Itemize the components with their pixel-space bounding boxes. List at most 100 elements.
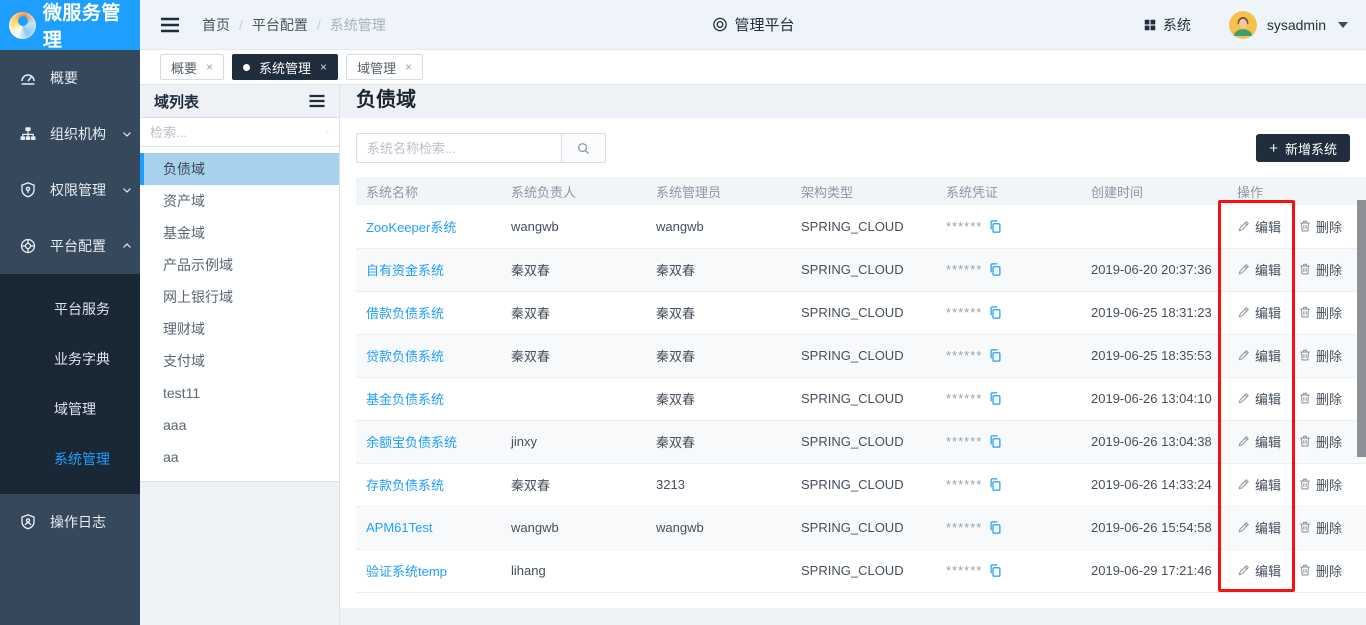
submenu-item-platform-services[interactable]: 平台服务 (0, 284, 140, 334)
domain-search-input[interactable] (150, 125, 326, 140)
system-name-link[interactable]: 存款负债系统 (366, 478, 444, 493)
sidebar-item-organization[interactable]: 组织机构 (0, 106, 140, 162)
domain-item[interactable]: 产品示例域 (140, 249, 339, 281)
system-name-link[interactable]: 借款负债系统 (366, 306, 444, 321)
copy-icon[interactable] (988, 391, 1003, 406)
system-name-link[interactable]: 基金负债系统 (366, 392, 444, 407)
pencil-icon (1237, 305, 1251, 319)
platform-title: 管理平台 (711, 14, 794, 35)
credential-mask: ****** (946, 305, 982, 320)
delete-button[interactable]: 删除 (1298, 389, 1342, 408)
credential-mask: ****** (946, 520, 982, 535)
close-icon[interactable]: × (206, 60, 213, 74)
table-row: 验证系统temp lihang SPRING_CLOUD ****** 2019… (356, 549, 1366, 592)
caret-down-icon[interactable] (1338, 22, 1348, 28)
edit-button[interactable]: 编辑 (1237, 346, 1281, 365)
domain-item-selected[interactable]: 负债域 (140, 153, 339, 185)
delete-button[interactable]: 删除 (1298, 561, 1342, 580)
admin-cell: 秦双春 (646, 377, 791, 420)
edit-button[interactable]: 编辑 (1237, 518, 1281, 537)
tab-domain-management[interactable]: 域管理 × (346, 54, 423, 80)
domain-item[interactable]: 基金域 (140, 217, 339, 249)
copy-icon[interactable] (988, 262, 1003, 277)
breadcrumb-home[interactable]: 首页 (202, 15, 230, 35)
table-row: 余额宝负债系统 jinxy 秦双春 SPRING_CLOUD ****** 20… (356, 420, 1366, 463)
system-search-input[interactable] (356, 133, 561, 163)
domain-item[interactable]: test11 (140, 377, 339, 409)
copy-icon[interactable] (988, 305, 1003, 320)
submenu-item-system-management[interactable]: 系统管理 (0, 434, 140, 484)
page-title: 负债域 (340, 85, 1366, 118)
delete-button[interactable]: 删除 (1298, 217, 1342, 236)
arch-cell: SPRING_CLOUD (791, 205, 936, 248)
table-row: APM61Test wangwb wangwb SPRING_CLOUD ***… (356, 506, 1366, 549)
edit-button[interactable]: 编辑 (1237, 260, 1281, 279)
delete-button[interactable]: 删除 (1298, 518, 1342, 537)
sidebar-item-permissions[interactable]: 权限管理 (0, 162, 140, 218)
delete-button[interactable]: 删除 (1298, 303, 1342, 322)
domain-item[interactable]: aa (140, 441, 339, 473)
workspace-label: 系统 (1163, 15, 1191, 35)
avatar[interactable] (1229, 11, 1257, 39)
admin-cell: 3213 (646, 463, 791, 506)
system-name-link[interactable]: 验证系统temp (366, 564, 447, 579)
panel-collapse-icon[interactable] (307, 91, 327, 111)
table-scrollbar-thumb[interactable] (1357, 200, 1366, 457)
domain-item[interactable]: 资产域 (140, 185, 339, 217)
copy-icon[interactable] (988, 434, 1003, 449)
search-icon[interactable] (326, 125, 329, 140)
username[interactable]: sysadmin (1267, 17, 1326, 33)
system-name-link[interactable]: 自有资金系统 (366, 263, 444, 278)
sidebar-item-operation-log[interactable]: 操作日志 (0, 494, 140, 550)
edit-button[interactable]: 编辑 (1237, 217, 1281, 236)
system-name-link[interactable]: 余额宝负债系统 (366, 435, 457, 450)
system-name-link[interactable]: APM61Test (366, 520, 432, 535)
delete-button[interactable]: 删除 (1298, 260, 1342, 279)
edit-button[interactable]: 编辑 (1237, 561, 1281, 580)
domain-list: 负债域 资产域 基金域 产品示例域 网上银行域 理财域 支付域 test11 a… (140, 147, 339, 482)
system-name-link[interactable]: 贷款负债系统 (366, 349, 444, 364)
tab-overview[interactable]: 概要 × (160, 54, 224, 80)
owner-cell: jinxy (501, 420, 646, 463)
sidebar-toggle-icon[interactable] (158, 13, 182, 37)
close-icon[interactable]: × (405, 60, 412, 74)
pencil-icon (1237, 219, 1251, 233)
edit-button[interactable]: 编辑 (1237, 303, 1281, 322)
domain-item[interactable]: 网上银行域 (140, 281, 339, 313)
domain-panel-title: 域列表 (154, 91, 199, 112)
edit-button[interactable]: 编辑 (1237, 389, 1281, 408)
copy-icon[interactable] (988, 520, 1003, 535)
system-name-link[interactable]: ZooKeeper系统 (366, 220, 456, 235)
copy-icon[interactable] (988, 477, 1003, 492)
created-cell: 2019-06-26 14:33:24 (1081, 463, 1227, 506)
sidebar-item-overview[interactable]: 概要 (0, 50, 140, 106)
owner-cell: 秦双春 (501, 248, 646, 291)
delete-button[interactable]: 删除 (1298, 346, 1342, 365)
target-icon (711, 16, 728, 33)
domain-item[interactable]: aaa (140, 409, 339, 441)
edit-button[interactable]: 编辑 (1237, 432, 1281, 451)
breadcrumb-platform-config[interactable]: 平台配置 (252, 15, 308, 35)
trash-icon (1298, 391, 1312, 405)
breadcrumb-separator: / (239, 17, 243, 33)
domain-item[interactable]: 理财域 (140, 313, 339, 345)
copy-icon[interactable] (988, 348, 1003, 363)
created-cell: 2019-06-29 17:21:46 (1081, 549, 1227, 592)
logo-icon (9, 12, 36, 39)
credential-mask: ****** (946, 434, 982, 449)
tab-system-management[interactable]: 系统管理 × (232, 54, 338, 80)
close-icon[interactable]: × (320, 60, 327, 74)
edit-button[interactable]: 编辑 (1237, 475, 1281, 494)
add-system-button[interactable]: + 新增系统 (1256, 134, 1350, 162)
submenu-item-business-dictionary[interactable]: 业务字典 (0, 334, 140, 384)
copy-icon[interactable] (988, 219, 1003, 234)
sidebar-item-platform-config[interactable]: 平台配置 (0, 218, 140, 274)
search-button[interactable] (561, 133, 606, 163)
workspace-switcher[interactable]: 系统 (1143, 15, 1191, 35)
delete-button[interactable]: 删除 (1298, 475, 1342, 494)
domain-item[interactable]: 支付域 (140, 345, 339, 377)
delete-button[interactable]: 删除 (1298, 432, 1342, 451)
copy-icon[interactable] (988, 563, 1003, 578)
trash-icon (1298, 520, 1312, 534)
submenu-item-domain-management[interactable]: 域管理 (0, 384, 140, 434)
